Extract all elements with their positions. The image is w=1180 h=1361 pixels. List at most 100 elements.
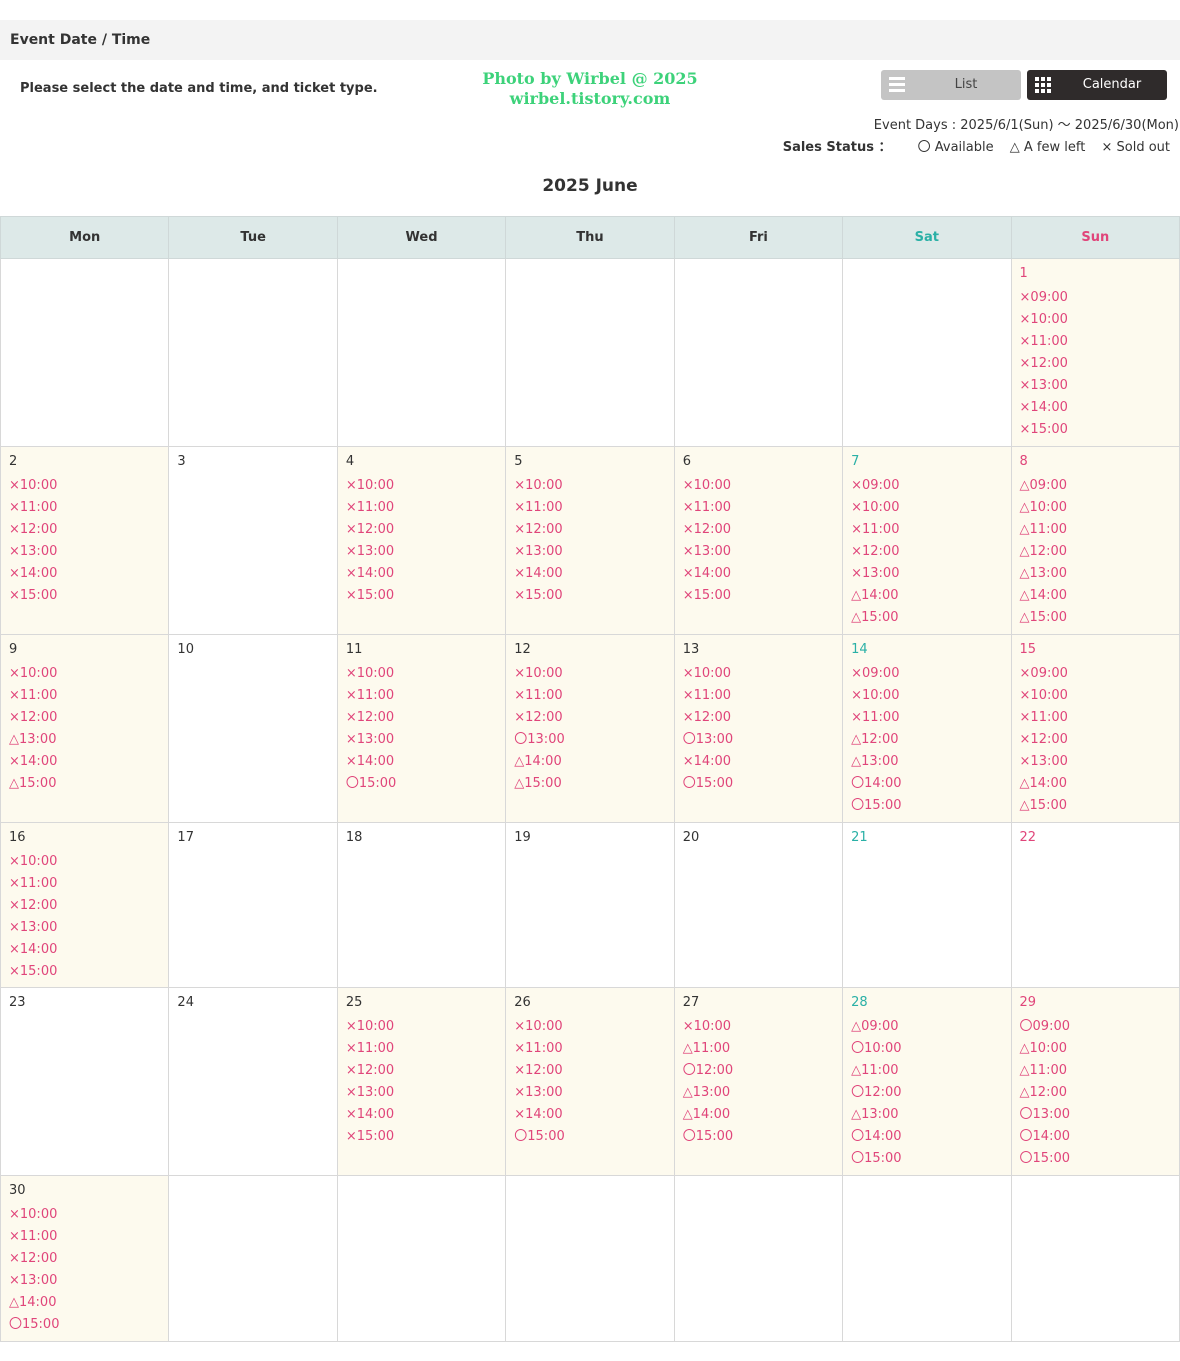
time-slot[interactable]: ×15:00	[9, 961, 160, 983]
time-slot[interactable]: ×10:00	[683, 1016, 834, 1038]
time-slot[interactable]: 〇13:00	[1020, 1104, 1171, 1126]
time-slot[interactable]: △14:00	[514, 751, 665, 773]
time-slot[interactable]: ×11:00	[9, 873, 160, 895]
time-slot[interactable]: ×09:00	[851, 663, 1002, 685]
time-slot[interactable]: ×14:00	[9, 751, 160, 773]
time-slot[interactable]: ×12:00	[9, 707, 160, 729]
time-slot[interactable]: △15:00	[9, 773, 160, 795]
time-slot[interactable]: △14:00	[1020, 773, 1171, 795]
time-slot[interactable]: 〇15:00	[851, 1148, 1002, 1170]
time-slot[interactable]: ×10:00	[9, 475, 160, 497]
time-slot[interactable]: ×12:00	[683, 519, 834, 541]
time-slot[interactable]: △15:00	[1020, 607, 1171, 629]
time-slot[interactable]: ×10:00	[346, 1016, 497, 1038]
time-slot[interactable]: ×13:00	[514, 1082, 665, 1104]
time-slot[interactable]: 〇15:00	[346, 773, 497, 795]
time-slot[interactable]: ×11:00	[851, 707, 1002, 729]
time-slot[interactable]: ×11:00	[851, 519, 1002, 541]
time-slot[interactable]: △12:00	[1020, 1082, 1171, 1104]
time-slot[interactable]: ×12:00	[851, 541, 1002, 563]
time-slot[interactable]: ×13:00	[9, 917, 160, 939]
time-slot[interactable]: △13:00	[851, 1104, 1002, 1126]
time-slot[interactable]: ×13:00	[514, 541, 665, 563]
time-slot[interactable]: ×11:00	[346, 497, 497, 519]
time-slot[interactable]: △14:00	[1020, 585, 1171, 607]
time-slot[interactable]: ×11:00	[514, 497, 665, 519]
time-slot[interactable]: ×09:00	[851, 475, 1002, 497]
time-slot[interactable]: 〇13:00	[514, 729, 665, 751]
time-slot[interactable]: ×15:00	[9, 585, 160, 607]
time-slot[interactable]: ×15:00	[683, 585, 834, 607]
time-slot[interactable]: △15:00	[1020, 795, 1171, 817]
time-slot[interactable]: 〇15:00	[1020, 1148, 1171, 1170]
time-slot[interactable]: 〇15:00	[851, 795, 1002, 817]
time-slot[interactable]: ×10:00	[9, 851, 160, 873]
time-slot[interactable]: 〇09:00	[1020, 1016, 1171, 1038]
time-slot[interactable]: ×11:00	[346, 685, 497, 707]
time-slot[interactable]: 〇15:00	[514, 1126, 665, 1148]
time-slot[interactable]: ×13:00	[9, 1270, 160, 1292]
time-slot[interactable]: 〇13:00	[683, 729, 834, 751]
time-slot[interactable]: ×10:00	[1020, 685, 1171, 707]
time-slot[interactable]: ×13:00	[1020, 751, 1171, 773]
list-view-button[interactable]: List	[881, 70, 1021, 100]
time-slot[interactable]: 〇15:00	[683, 773, 834, 795]
time-slot[interactable]: ×09:00	[1020, 287, 1171, 309]
time-slot[interactable]: ×10:00	[1020, 309, 1171, 331]
time-slot[interactable]: ×09:00	[1020, 663, 1171, 685]
time-slot[interactable]: △14:00	[9, 1292, 160, 1314]
time-slot[interactable]: 〇12:00	[683, 1060, 834, 1082]
time-slot[interactable]: ×12:00	[346, 1060, 497, 1082]
time-slot[interactable]: ×12:00	[1020, 729, 1171, 751]
time-slot[interactable]: ×13:00	[851, 563, 1002, 585]
time-slot[interactable]: △12:00	[851, 729, 1002, 751]
time-slot[interactable]: ×10:00	[514, 1016, 665, 1038]
time-slot[interactable]: ×12:00	[9, 1248, 160, 1270]
time-slot[interactable]: ×11:00	[1020, 331, 1171, 353]
time-slot[interactable]: ×13:00	[1020, 375, 1171, 397]
time-slot[interactable]: △11:00	[851, 1060, 1002, 1082]
time-slot[interactable]: ×14:00	[1020, 397, 1171, 419]
time-slot[interactable]: △14:00	[683, 1104, 834, 1126]
time-slot[interactable]: ×10:00	[9, 663, 160, 685]
time-slot[interactable]: △13:00	[9, 729, 160, 751]
time-slot[interactable]: ×11:00	[9, 1226, 160, 1248]
time-slot[interactable]: ×11:00	[1020, 707, 1171, 729]
time-slot[interactable]: ×13:00	[346, 541, 497, 563]
time-slot[interactable]: ×12:00	[1020, 353, 1171, 375]
time-slot[interactable]: △10:00	[1020, 497, 1171, 519]
time-slot[interactable]: ×12:00	[346, 707, 497, 729]
time-slot[interactable]: △09:00	[1020, 475, 1171, 497]
time-slot[interactable]: ×12:00	[514, 1060, 665, 1082]
time-slot[interactable]: ×12:00	[514, 707, 665, 729]
time-slot[interactable]: ×10:00	[9, 1204, 160, 1226]
time-slot[interactable]: ×14:00	[9, 939, 160, 961]
time-slot[interactable]: 〇15:00	[9, 1314, 160, 1336]
time-slot[interactable]: 〇14:00	[851, 773, 1002, 795]
time-slot[interactable]: ×13:00	[683, 541, 834, 563]
time-slot[interactable]: ×11:00	[346, 1038, 497, 1060]
calendar-view-button[interactable]: Calendar	[1027, 70, 1167, 100]
time-slot[interactable]: △12:00	[1020, 541, 1171, 563]
time-slot[interactable]: △10:00	[1020, 1038, 1171, 1060]
time-slot[interactable]: △13:00	[683, 1082, 834, 1104]
time-slot[interactable]: 〇14:00	[1020, 1126, 1171, 1148]
time-slot[interactable]: ×13:00	[346, 1082, 497, 1104]
time-slot[interactable]: ×13:00	[346, 729, 497, 751]
time-slot[interactable]: ×15:00	[346, 585, 497, 607]
time-slot[interactable]: ×10:00	[346, 663, 497, 685]
time-slot[interactable]: ×10:00	[346, 475, 497, 497]
time-slot[interactable]: 〇12:00	[851, 1082, 1002, 1104]
time-slot[interactable]: △11:00	[1020, 519, 1171, 541]
time-slot[interactable]: ×14:00	[346, 751, 497, 773]
time-slot[interactable]: ×12:00	[346, 519, 497, 541]
time-slot[interactable]: ×11:00	[683, 497, 834, 519]
time-slot[interactable]: ×14:00	[683, 751, 834, 773]
time-slot[interactable]: ×14:00	[346, 563, 497, 585]
time-slot[interactable]: ×14:00	[514, 1104, 665, 1126]
time-slot[interactable]: △11:00	[683, 1038, 834, 1060]
time-slot[interactable]: ×15:00	[1020, 419, 1171, 441]
time-slot[interactable]: ×10:00	[683, 663, 834, 685]
time-slot[interactable]: △15:00	[514, 773, 665, 795]
time-slot[interactable]: ×11:00	[9, 497, 160, 519]
